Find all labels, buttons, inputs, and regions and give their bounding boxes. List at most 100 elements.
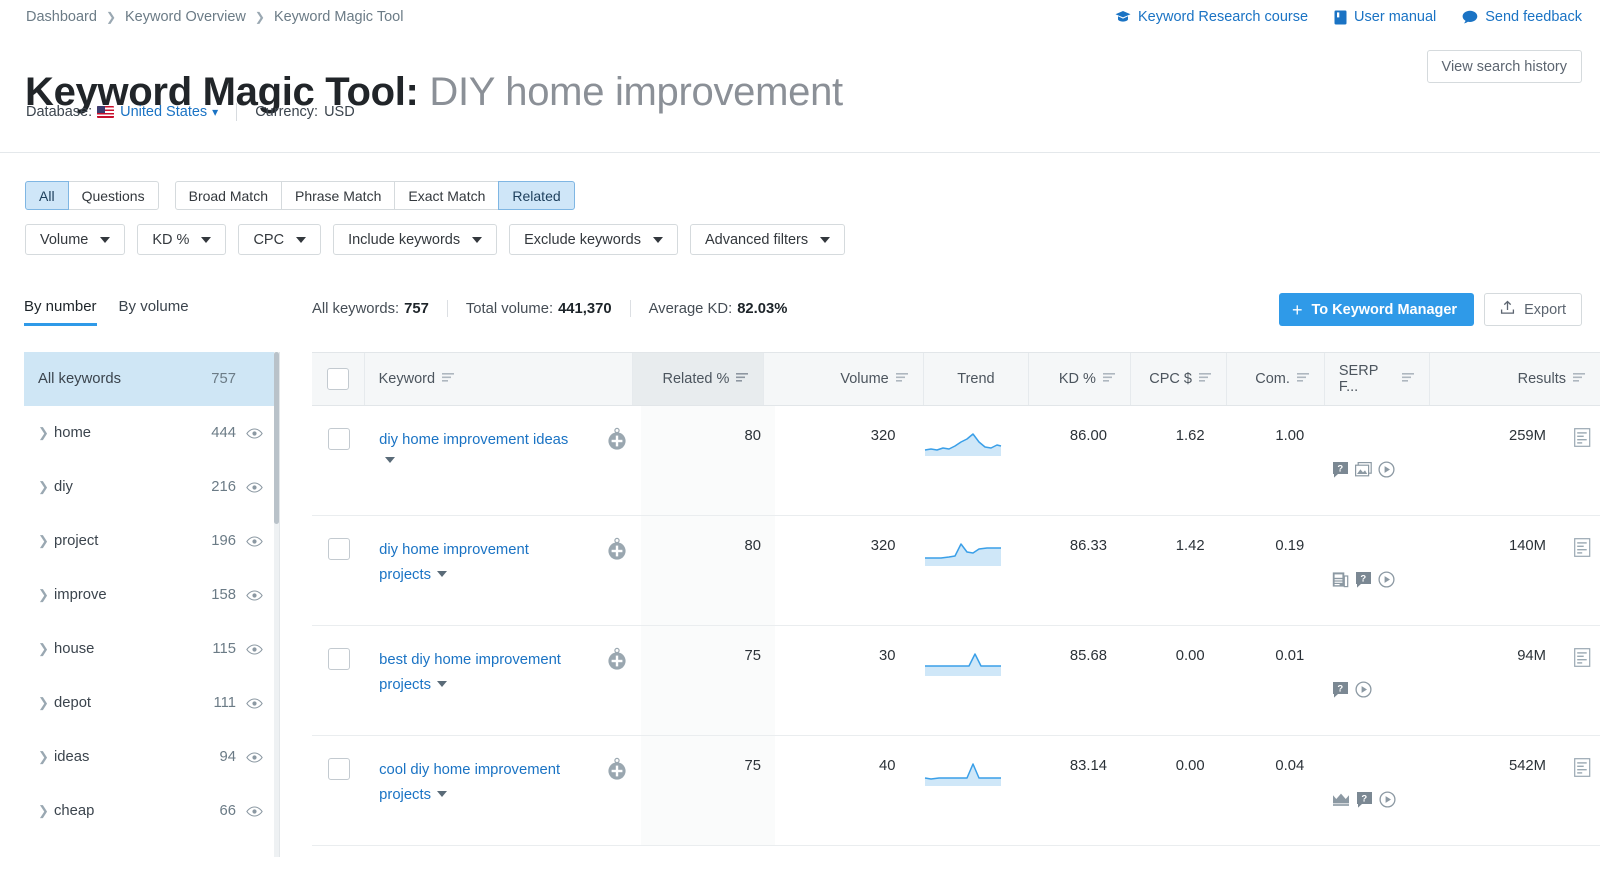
serp-preview-icon[interactable] bbox=[1574, 538, 1591, 625]
row-checkbox[interactable] bbox=[327, 758, 350, 780]
chevron-right-icon[interactable]: ❯ bbox=[38, 695, 54, 711]
keyword-link[interactable]: diy home improvement ideas bbox=[379, 432, 568, 448]
serp-preview-icon[interactable] bbox=[1574, 428, 1591, 515]
chevron-right-icon[interactable]: ❯ bbox=[38, 533, 54, 549]
sidebar-item-improve[interactable]: ❯ improve 158 bbox=[24, 568, 279, 622]
header-results[interactable]: Results bbox=[1430, 353, 1600, 405]
header-related-percent[interactable]: Related % bbox=[632, 353, 765, 405]
table-row[interactable]: diy home improvement projects 80 320 86.… bbox=[312, 516, 1600, 626]
sidebar-scrollbar-thumb[interactable] bbox=[274, 352, 279, 524]
chip-questions[interactable]: Questions bbox=[67, 181, 159, 210]
chevron-down-icon[interactable] bbox=[436, 791, 447, 797]
database-value[interactable]: United States bbox=[120, 104, 207, 120]
eye-icon[interactable] bbox=[246, 697, 263, 709]
breadcrumb-item-keyword-magic-tool[interactable]: Keyword Magic Tool bbox=[274, 9, 404, 25]
filter-volume[interactable]: Volume bbox=[25, 224, 126, 255]
chip-exact-match[interactable]: Exact Match bbox=[394, 181, 500, 210]
chip-phrase-match[interactable]: Phrase Match bbox=[280, 181, 396, 210]
link-send-feedback[interactable]: Send feedback bbox=[1462, 9, 1582, 25]
sidebar-item-project[interactable]: ❯ project 196 bbox=[24, 514, 279, 568]
sort-icon[interactable] bbox=[442, 371, 455, 387]
chevron-right-icon[interactable]: ❯ bbox=[38, 641, 54, 657]
breadcrumb-item-keyword-overview[interactable]: Keyword Overview bbox=[125, 9, 246, 25]
eye-icon[interactable] bbox=[246, 427, 263, 439]
header-serp-features[interactable]: SERP F... bbox=[1325, 353, 1431, 405]
breadcrumb-item-dashboard[interactable]: Dashboard bbox=[26, 9, 97, 25]
sidebar-item-house[interactable]: ❯ house 115 bbox=[24, 622, 279, 676]
sidebar-scrollbar[interactable] bbox=[274, 352, 279, 857]
eye-icon[interactable] bbox=[246, 589, 263, 601]
filter-advanced-filters[interactable]: Advanced filters bbox=[689, 224, 846, 255]
view-search-history-button[interactable]: View search history bbox=[1426, 50, 1582, 83]
chip-all[interactable]: All bbox=[25, 181, 69, 210]
keyword-link[interactable]: best diy home improvement projects bbox=[379, 652, 561, 693]
sort-icon[interactable] bbox=[1296, 371, 1310, 387]
sort-icon[interactable] bbox=[1198, 371, 1212, 387]
chevron-down-icon[interactable] bbox=[385, 457, 396, 463]
select-all-checkbox[interactable] bbox=[326, 368, 349, 390]
chip-broad-match[interactable]: Broad Match bbox=[174, 181, 282, 210]
chip-related[interactable]: Related bbox=[498, 181, 575, 210]
chevron-right-icon[interactable]: ❯ bbox=[38, 587, 54, 603]
filter-exclude-keywords[interactable]: Exclude keywords bbox=[509, 224, 678, 255]
video-icon[interactable] bbox=[1379, 791, 1396, 812]
filter-include-keywords[interactable]: Include keywords bbox=[333, 224, 498, 255]
serp-preview-icon[interactable] bbox=[1574, 758, 1591, 845]
keyword-link[interactable]: cool diy home improvement projects bbox=[379, 762, 560, 803]
serp-preview-icon[interactable] bbox=[1574, 648, 1591, 735]
sidebar-item-cheap[interactable]: ❯ cheap 66 bbox=[24, 784, 279, 838]
sidebar-item-depot[interactable]: ❯ depot 111 bbox=[24, 676, 279, 730]
table-row[interactable]: best diy home improvement projects 75 30… bbox=[312, 626, 1600, 736]
eye-icon[interactable] bbox=[246, 805, 263, 817]
row-checkbox[interactable] bbox=[327, 538, 350, 560]
table-row[interactable]: cool diy home improvement projects 75 40… bbox=[312, 736, 1600, 846]
add-to-list-icon[interactable] bbox=[605, 646, 629, 670]
add-to-list-icon[interactable] bbox=[605, 426, 629, 450]
eye-icon[interactable] bbox=[246, 481, 263, 493]
row-checkbox[interactable] bbox=[327, 648, 350, 670]
export-button[interactable]: Export bbox=[1484, 293, 1582, 326]
chevron-down-icon[interactable] bbox=[436, 681, 447, 687]
chevron-down-icon[interactable]: ▾ bbox=[212, 105, 218, 119]
filter-kd[interactable]: KD % bbox=[137, 224, 227, 255]
sidebar-item-ideas[interactable]: ❯ ideas 94 bbox=[24, 730, 279, 784]
faq-icon[interactable]: ? bbox=[1332, 461, 1349, 482]
eye-icon[interactable] bbox=[246, 643, 263, 655]
sidebar-item-diy[interactable]: ❯ diy 216 bbox=[24, 460, 279, 514]
video-icon[interactable] bbox=[1355, 681, 1372, 702]
video-icon[interactable] bbox=[1378, 461, 1395, 482]
sort-icon[interactable] bbox=[1402, 371, 1415, 387]
faq-icon[interactable]: ? bbox=[1332, 681, 1349, 702]
sort-icon[interactable] bbox=[736, 371, 749, 387]
faq-icon[interactable]: ? bbox=[1355, 571, 1372, 592]
tab-by-number[interactable]: By number bbox=[24, 298, 97, 326]
header-volume[interactable]: Volume bbox=[764, 353, 924, 405]
chevron-right-icon[interactable]: ❯ bbox=[38, 479, 54, 495]
eye-icon[interactable] bbox=[246, 751, 263, 763]
add-to-list-icon[interactable] bbox=[605, 536, 629, 560]
eye-icon[interactable] bbox=[246, 535, 263, 547]
chevron-right-icon[interactable]: ❯ bbox=[38, 803, 54, 819]
link-keyword-research-course[interactable]: Keyword Research course bbox=[1115, 9, 1308, 25]
link-user-manual[interactable]: User manual bbox=[1334, 9, 1436, 25]
to-keyword-manager-button[interactable]: + To Keyword Manager bbox=[1279, 293, 1475, 326]
chevron-down-icon[interactable] bbox=[436, 571, 447, 577]
faq-icon[interactable]: ? bbox=[1356, 791, 1373, 812]
sort-icon[interactable] bbox=[1573, 371, 1586, 387]
sort-icon[interactable] bbox=[895, 371, 909, 387]
chevron-right-icon[interactable]: ❯ bbox=[38, 749, 54, 765]
header-competition[interactable]: Com. bbox=[1227, 353, 1325, 405]
sidebar-item-home[interactable]: ❯ home 444 bbox=[24, 406, 279, 460]
header-kd[interactable]: KD % bbox=[1029, 353, 1131, 405]
table-row[interactable]: diy home improvement ideas 80 320 86.00 … bbox=[312, 406, 1600, 516]
sidebar-item-all-keywords[interactable]: All keywords 757 bbox=[24, 352, 279, 406]
filter-cpc[interactable]: CPC bbox=[238, 224, 322, 255]
add-to-list-icon[interactable] bbox=[605, 756, 629, 780]
row-checkbox[interactable] bbox=[327, 428, 350, 450]
news-icon[interactable] bbox=[1332, 571, 1349, 592]
keyword-link[interactable]: diy home improvement projects bbox=[379, 542, 529, 583]
video-icon[interactable] bbox=[1378, 571, 1395, 592]
sort-icon[interactable] bbox=[1102, 371, 1116, 387]
crown-icon[interactable] bbox=[1332, 792, 1350, 811]
header-cpc[interactable]: CPC $ bbox=[1131, 353, 1227, 405]
